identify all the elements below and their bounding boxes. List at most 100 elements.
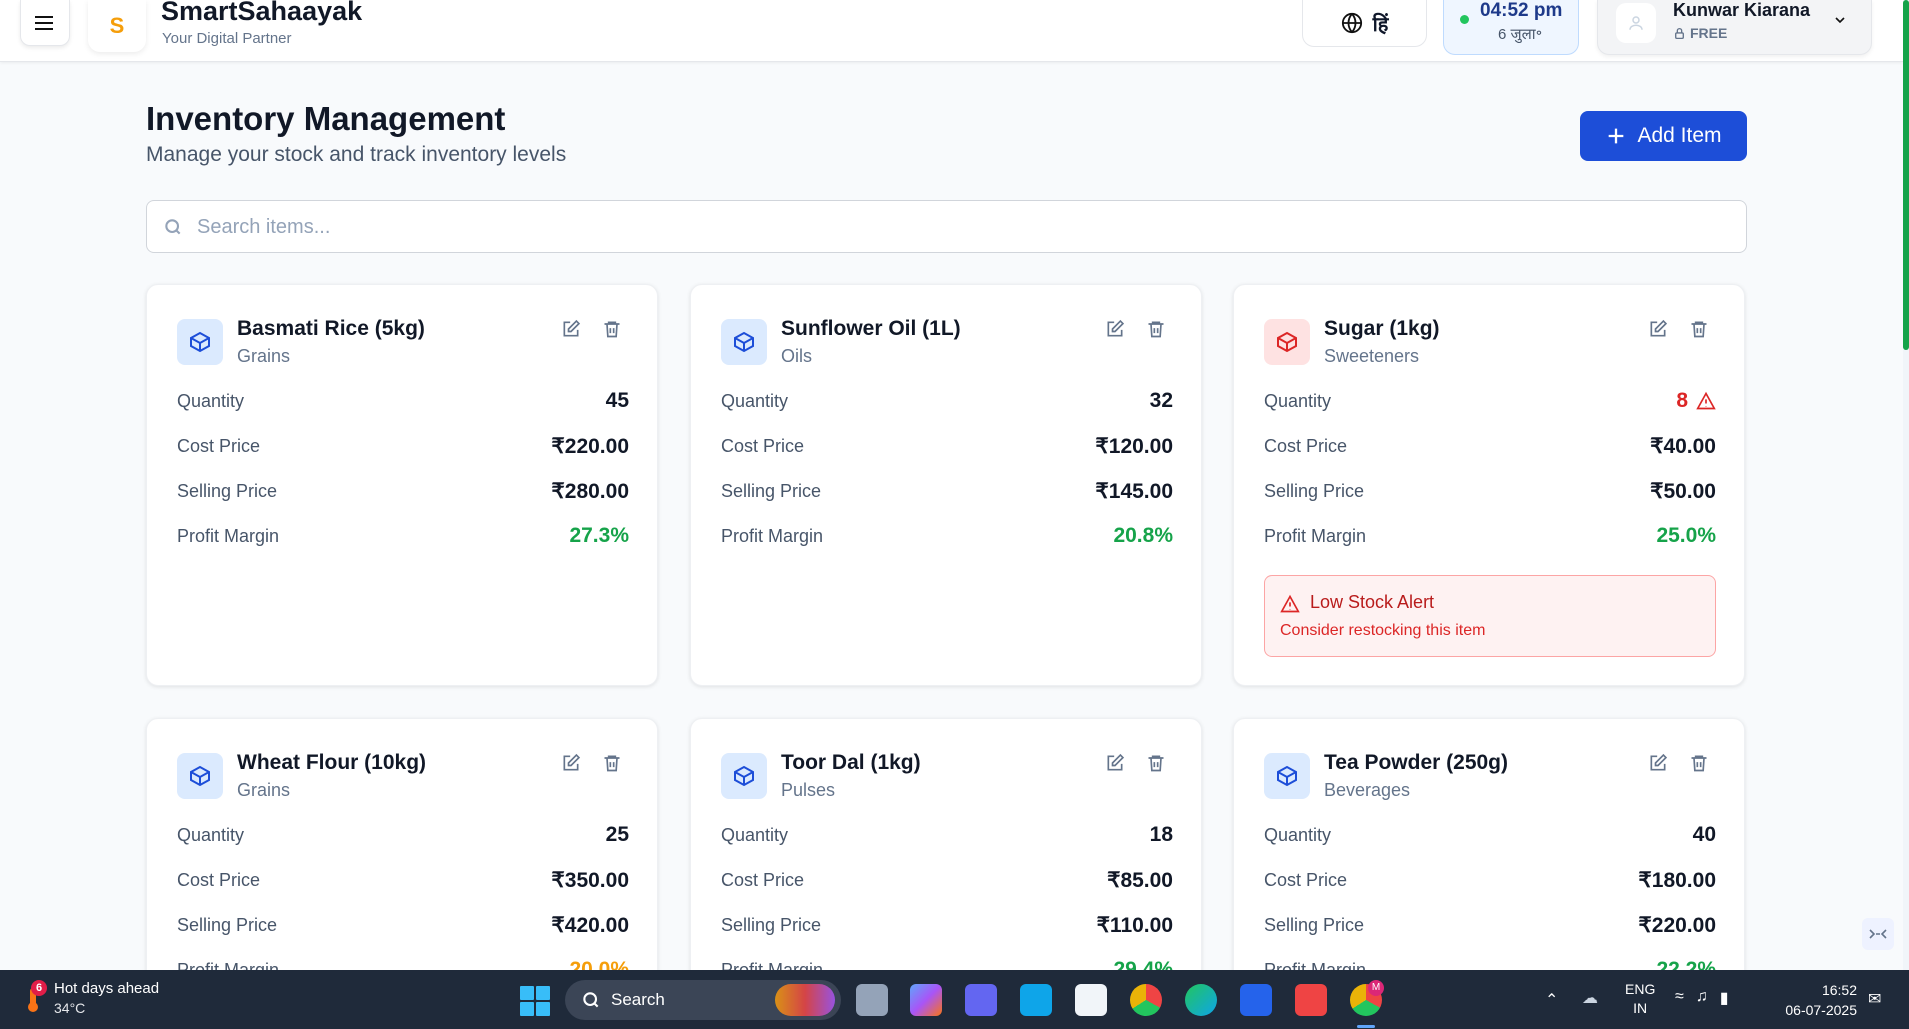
scrollbar-thumb[interactable] xyxy=(1903,0,1909,350)
profit-margin-value: 25.0% xyxy=(1656,524,1716,547)
teams-icon[interactable] xyxy=(965,984,997,1016)
package-icon xyxy=(190,765,210,787)
item-name: Sunflower Oil (1L) xyxy=(781,317,961,340)
system-time: 16:52 xyxy=(1821,982,1857,998)
weather-title[interactable]: Hot days ahead xyxy=(54,980,159,997)
language-label: हिं xyxy=(1372,13,1389,36)
quantity-row: Quantity 32 xyxy=(721,389,1173,417)
item-category: Grains xyxy=(237,780,291,800)
package-icon-box xyxy=(177,753,223,799)
package-icon xyxy=(190,331,210,353)
item-name: Toor Dal (1kg) xyxy=(781,751,921,774)
package-icon-box xyxy=(721,319,767,365)
brand-subtitle: Your Digital Partner xyxy=(162,30,292,47)
trash-icon[interactable] xyxy=(602,319,622,339)
inventory-card: Basmati Rice (5kg) Grains Quantity 45 Cos… xyxy=(146,284,658,686)
page-title: Inventory Management xyxy=(146,100,506,137)
trash-icon[interactable] xyxy=(1689,319,1709,339)
cost-price-label: Cost Price xyxy=(1264,436,1348,456)
cost-price-value: ₹40.00 xyxy=(1650,435,1716,458)
cost-price-label: Cost Price xyxy=(1264,870,1348,890)
add-item-label: Add Item xyxy=(1637,124,1722,147)
menu-button[interactable] xyxy=(20,0,70,46)
profit-margin-label: Profit Margin xyxy=(721,526,824,546)
search-input[interactable] xyxy=(197,209,1697,245)
system-date: 06-07-2025 xyxy=(1785,1002,1857,1018)
weather-temp: 34°C xyxy=(54,1000,86,1016)
weather-badge: 6 xyxy=(31,980,47,996)
lang-line1: ENG xyxy=(1625,981,1656,997)
copilot-icon[interactable] xyxy=(910,984,942,1016)
lang-line2: IN xyxy=(1633,1000,1648,1016)
add-item-button[interactable]: Add Item xyxy=(1580,111,1747,161)
edit-icon[interactable] xyxy=(561,319,581,339)
online-status-dot xyxy=(1460,15,1469,24)
trash-icon[interactable] xyxy=(1146,753,1166,773)
selling-price-value: ₹110.00 xyxy=(1096,914,1173,937)
windows-start-icon[interactable] xyxy=(520,986,550,1016)
clock-time: 04:52 pm xyxy=(1480,0,1563,21)
collapse-sidebar-button[interactable] xyxy=(1862,918,1894,950)
edit-icon[interactable] xyxy=(1648,319,1668,339)
volume-icon[interactable]: ♫ xyxy=(1696,988,1708,1008)
quantity-value: 32 xyxy=(1149,389,1173,412)
edit-icon[interactable] xyxy=(1648,753,1668,773)
quantity-value: 8 xyxy=(1676,389,1688,412)
search-bar xyxy=(146,200,1747,253)
selling-price-label: Selling Price xyxy=(1264,915,1365,935)
wps-office-icon[interactable] xyxy=(1295,984,1327,1016)
cost-price-row: Cost Price ₹40.00 xyxy=(1264,434,1716,462)
task-view-icon[interactable] xyxy=(856,984,888,1016)
store-icon[interactable] xyxy=(1075,984,1107,1016)
system-clock[interactable]: 16:52 06-07-2025 xyxy=(1775,980,1857,1020)
wifi-icon[interactable]: ≈ xyxy=(1675,988,1684,1008)
quantity-row: Quantity 8 xyxy=(1264,389,1716,417)
cost-price-label: Cost Price xyxy=(721,436,805,456)
user-menu-button[interactable]: Kunwar Kiarana FREE xyxy=(1597,0,1872,55)
quantity-row: Quantity 18 xyxy=(721,823,1173,851)
cost-price-value: ₹120.00 xyxy=(1095,435,1173,458)
user-plan-label: FREE xyxy=(1690,25,1728,41)
selling-price-label: Selling Price xyxy=(177,481,278,501)
active-app-indicator xyxy=(1357,1025,1375,1028)
item-category: Pulses xyxy=(781,780,836,800)
package-icon xyxy=(1277,331,1297,353)
edit-icon[interactable] xyxy=(561,753,581,773)
chevron-up-icon[interactable]: ⌃ xyxy=(1545,990,1558,1010)
dropbox-icon[interactable] xyxy=(1240,984,1272,1016)
selling-price-label: Selling Price xyxy=(1264,481,1365,501)
logo-letter: S xyxy=(109,13,125,38)
selling-price-row: Selling Price ₹50.00 xyxy=(1264,479,1716,507)
trash-icon[interactable] xyxy=(602,753,622,773)
quantity-value: 40 xyxy=(1692,823,1716,846)
edit-icon[interactable] xyxy=(1105,753,1125,773)
edge-icon[interactable] xyxy=(1185,984,1217,1016)
trash-icon[interactable] xyxy=(1146,319,1166,339)
system-tray[interactable]: ≈ ♫ ▮ xyxy=(1675,988,1729,1008)
notification-icon[interactable]: ✉ xyxy=(1868,989,1881,1009)
low-stock-alert: Low Stock Alert Consider restocking this… xyxy=(1264,575,1716,657)
inventory-card: Sugar (1kg) Sweeteners Quantity 8 Cost Pr… xyxy=(1233,284,1745,686)
chrome-icon[interactable] xyxy=(1130,984,1162,1016)
input-language[interactable]: ENG IN xyxy=(1625,980,1655,1018)
taskbar-search[interactable]: Search xyxy=(565,980,841,1020)
edit-icon[interactable] xyxy=(1105,319,1125,339)
profit-margin-row: Profit Margin 20.8% xyxy=(721,524,1173,552)
selling-price-row: Selling Price ₹280.00 xyxy=(177,479,629,507)
battery-icon[interactable]: ▮ xyxy=(1720,988,1729,1008)
onedrive-icon[interactable]: ☁ xyxy=(1582,988,1598,1008)
app-logo[interactable]: S xyxy=(88,0,146,52)
trash-icon[interactable] xyxy=(1689,753,1709,773)
selling-price-label: Selling Price xyxy=(177,915,278,935)
cost-price-row: Cost Price ₹350.00 xyxy=(177,868,629,896)
quantity-row: Quantity 25 xyxy=(177,823,629,851)
item-name: Wheat Flour (10kg) xyxy=(237,751,427,774)
selling-price-value: ₹145.00 xyxy=(1095,480,1173,503)
item-category: Sweeteners xyxy=(1324,346,1420,366)
quantity-label: Quantity xyxy=(1264,391,1332,411)
cost-price-row: Cost Price ₹120.00 xyxy=(721,434,1173,462)
page-subtitle: Manage your stock and track inventory le… xyxy=(146,143,567,166)
package-icon xyxy=(1277,765,1297,787)
language-toggle-button[interactable]: हिं xyxy=(1302,0,1427,47)
app-pinned-icon[interactable] xyxy=(1020,984,1052,1016)
